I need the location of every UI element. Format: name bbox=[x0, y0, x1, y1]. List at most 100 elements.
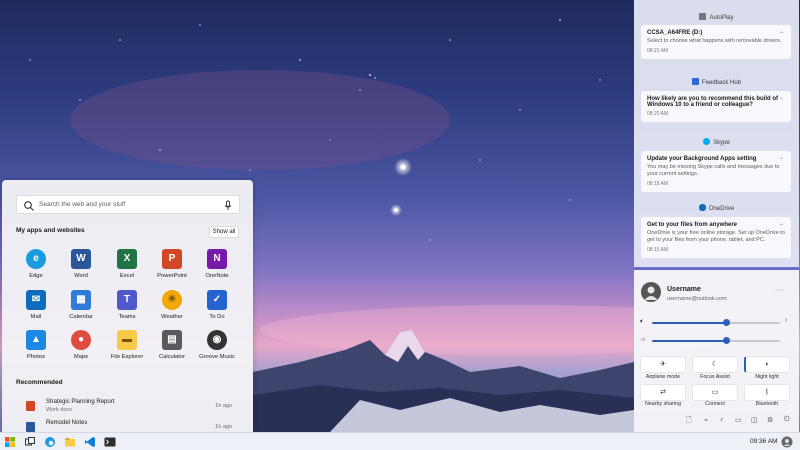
skype-icon bbox=[703, 138, 711, 145]
notification-body: OneDrive is your free online storage. Se… bbox=[647, 230, 785, 243]
toggle-bluetooth[interactable]: ᛒ bbox=[744, 384, 790, 401]
chevron-up-icon[interactable]: ⌃ bbox=[779, 223, 784, 230]
toggle-label: Bluetooth bbox=[755, 401, 779, 407]
apps-header: My apps and websites bbox=[16, 227, 85, 234]
brightness-slider[interactable] bbox=[652, 337, 780, 344]
user-account-icon[interactable] bbox=[781, 436, 793, 448]
brightness-slider-thumb[interactable] bbox=[723, 337, 731, 344]
app-tile-todo[interactable]: ✓ To Do bbox=[195, 290, 239, 320]
todo-icon: ✓ bbox=[207, 290, 227, 310]
volume-icon: 🔈︎ bbox=[640, 318, 645, 325]
app-tile-onenote[interactable]: N OneNote bbox=[195, 249, 239, 279]
search-icon bbox=[24, 201, 34, 211]
app-tile-maps[interactable]: ● Maps bbox=[59, 330, 103, 360]
task-view-icon[interactable] bbox=[24, 436, 36, 448]
toggle-connect[interactable]: ▭ bbox=[692, 384, 738, 401]
word-icon: W bbox=[71, 249, 91, 269]
teams-icon: T bbox=[117, 290, 137, 310]
onedrive-icon bbox=[698, 204, 706, 211]
powerpoint-file-icon bbox=[26, 401, 35, 411]
app-tile-photos[interactable]: ▲ Photos bbox=[14, 330, 58, 360]
app-tile-file-explorer[interactable]: ▬ File Explorer bbox=[105, 330, 149, 360]
chevron-up-icon[interactable]: ⌃ bbox=[779, 157, 784, 164]
music-note-icon[interactable]: ♪ bbox=[720, 416, 724, 423]
toggle-focus-assist[interactable]: ☾ bbox=[692, 356, 738, 373]
group-title: Feedback Hub bbox=[701, 80, 742, 86]
volume-slider-thumb[interactable] bbox=[723, 319, 731, 326]
notification-group-skype: Skype bbox=[634, 138, 799, 146]
app-label: Calculator bbox=[158, 354, 186, 360]
app-tile-groove-music[interactable]: ◉ Groove Music bbox=[195, 330, 239, 360]
powerpoint-icon: P bbox=[162, 249, 182, 269]
chevron-right-icon[interactable]: › bbox=[785, 317, 787, 324]
document-icon[interactable]: 🗋︎ bbox=[686, 416, 692, 427]
user-email: username@outlook.com bbox=[667, 296, 727, 302]
edge-taskbar-icon[interactable] bbox=[44, 436, 56, 448]
file-explorer-taskbar-icon[interactable] bbox=[64, 436, 76, 448]
toggle-night-light[interactable]: ◐ bbox=[744, 356, 790, 373]
taskbar-clock[interactable]: 09:36 AM bbox=[750, 438, 777, 445]
toggle-label: Focus Assist bbox=[700, 374, 730, 380]
chevron-up-icon[interactable]: ⌃ bbox=[779, 31, 784, 38]
app-tile-mail[interactable]: ✉ Mail bbox=[14, 290, 58, 320]
brightness-icon: ☼ bbox=[640, 336, 647, 343]
volume-slider[interactable] bbox=[652, 319, 780, 326]
brightness-slider-fill bbox=[652, 340, 727, 342]
app-tile-edge[interactable]: e Edge bbox=[14, 249, 58, 279]
bluetooth-icon: ᛒ bbox=[764, 389, 770, 396]
notification-group-autoplay: AutoPlay bbox=[634, 13, 799, 21]
app-tile-word[interactable]: W Word bbox=[59, 249, 103, 279]
night-light-icon: ◐ bbox=[765, 361, 770, 368]
app-tile-excel[interactable]: X Excel bbox=[105, 249, 149, 279]
app-label: Maps bbox=[73, 354, 89, 360]
app-tile-calculator[interactable]: ▤ Calculator bbox=[150, 330, 194, 360]
toggle-label: Airplane mode bbox=[645, 374, 681, 380]
app-tile-teams[interactable]: T Teams bbox=[105, 290, 149, 320]
terminal-icon[interactable] bbox=[104, 436, 116, 448]
windows-start-icon[interactable] bbox=[4, 436, 16, 448]
calendar-icon: ▦ bbox=[71, 290, 91, 310]
power-icon[interactable]: ⏻ bbox=[784, 416, 790, 424]
app-label: Word bbox=[74, 273, 88, 279]
show-all-button[interactable]: Show all bbox=[209, 226, 239, 238]
notification-card[interactable]: Update your Background Apps setting You … bbox=[641, 151, 791, 192]
recommended-title: Strategic Planning Report bbox=[46, 399, 115, 405]
app-tile-calendar[interactable]: ▦ Calendar bbox=[59, 290, 103, 320]
app-label: Groove Music bbox=[199, 354, 235, 360]
camera-icon[interactable]: ◫ bbox=[751, 416, 758, 424]
app-label: Weather bbox=[161, 314, 183, 320]
more-options-button[interactable]: ··· bbox=[775, 287, 785, 294]
usb-icon[interactable]: ⌁ bbox=[704, 416, 708, 424]
vscode-icon[interactable] bbox=[84, 436, 96, 448]
toggle-airplane[interactable]: ✈ bbox=[640, 356, 686, 373]
avatar[interactable] bbox=[641, 282, 661, 302]
group-title: OneDrive bbox=[708, 206, 735, 212]
word-file-icon bbox=[26, 422, 35, 432]
user-icon bbox=[644, 286, 658, 300]
toggle-nearby-sharing[interactable]: ⇄ bbox=[640, 384, 686, 401]
app-tile-powerpoint[interactable]: P PowerPoint bbox=[150, 249, 194, 279]
recommended-subtitle: Work docs bbox=[46, 407, 72, 413]
notification-group-onedrive: OneDrive bbox=[634, 204, 799, 212]
notification-title: Get to your files from anywhere bbox=[647, 222, 738, 228]
app-tile-weather[interactable]: ☀ Weather bbox=[150, 290, 194, 320]
display-icon[interactable]: ▭ bbox=[735, 416, 742, 424]
notification-card[interactable]: Get to your files from anywhere OneDrive… bbox=[641, 217, 791, 258]
notification-card[interactable]: CCSA_A64FRE (D:) Select to choose what h… bbox=[641, 25, 791, 59]
quick-settings-panel: Username username@outlook.com ··· 🔈︎ › ☼… bbox=[634, 268, 799, 432]
start-menu: Search the web and your stuff My apps an… bbox=[2, 180, 253, 432]
notification-title: Update your Background Apps setting bbox=[647, 156, 757, 162]
notification-body: Select to choose what happens with remov… bbox=[647, 38, 782, 44]
app-label: Photos bbox=[26, 354, 46, 360]
notification-body: You may be missing Skype calls and messa… bbox=[647, 164, 780, 177]
microphone-icon[interactable] bbox=[223, 200, 233, 211]
search-box[interactable]: Search the web and your stuff bbox=[16, 195, 240, 214]
settings-icon[interactable]: ⚙ bbox=[767, 416, 773, 424]
chevron-up-icon[interactable]: ⌃ bbox=[779, 97, 784, 104]
notification-time: 08:18 AM bbox=[647, 181, 669, 187]
search-input[interactable]: Search the web and your stuff bbox=[39, 201, 125, 208]
notification-card[interactable]: How likely are you to recommend this bui… bbox=[641, 91, 791, 122]
feedback-hub-icon bbox=[691, 78, 699, 85]
photos-icon: ▲ bbox=[26, 330, 46, 350]
maps-icon: ● bbox=[71, 330, 91, 350]
